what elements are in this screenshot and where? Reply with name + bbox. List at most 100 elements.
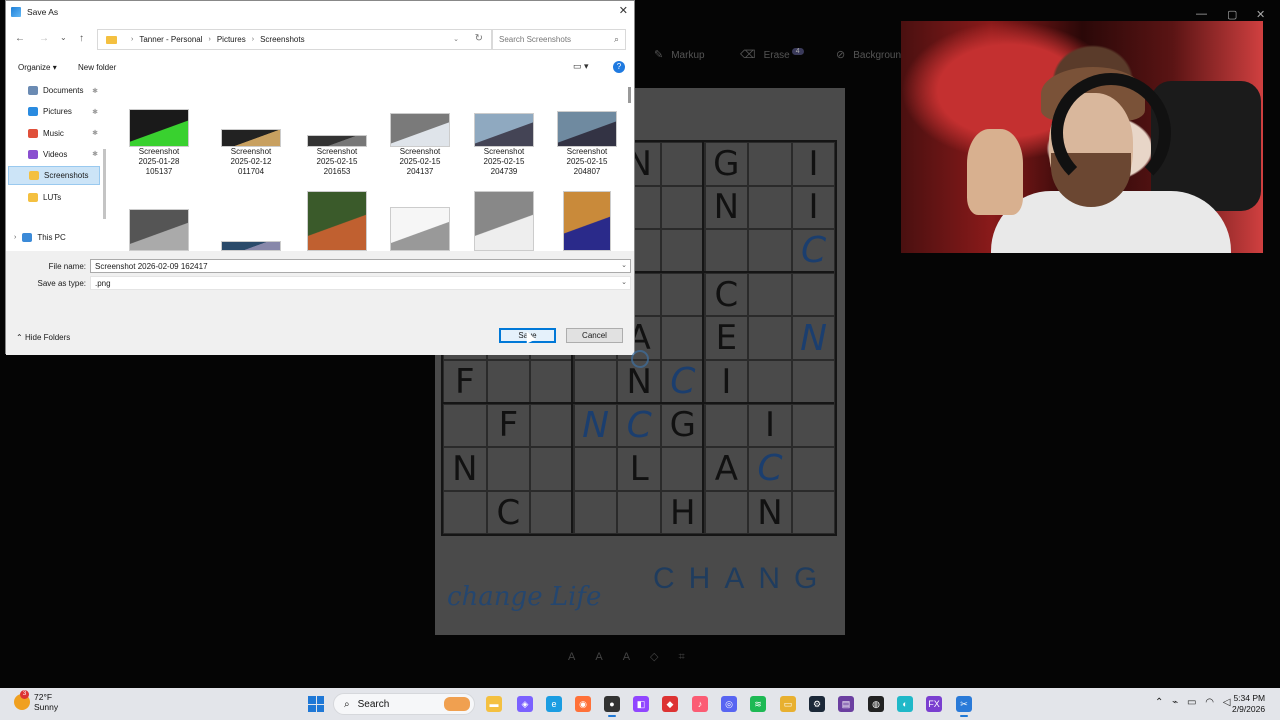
highlighter-icon[interactable]: A [568,651,575,663]
chevron-down-icon[interactable]: ⌄ [621,278,627,286]
sidebar-item-screenshots[interactable]: Screenshots [8,166,100,186]
weather-desc: Sunny [34,702,59,712]
close-icon[interactable]: ✕ [619,4,628,17]
up-icon[interactable]: ↑ [79,33,84,44]
file-item[interactable] [380,189,460,251]
help-icon[interactable]: ? [613,61,625,73]
file-item[interactable] [119,189,199,251]
file-item[interactable]: Screenshot 2025-02-12 011704 [211,109,291,177]
grid-cell [530,447,574,491]
organize-button[interactable]: Organize ▾ [18,63,57,72]
view-options-icon[interactable]: ▭ ▾ [573,61,589,72]
file-thumbnail [307,191,367,251]
file-item[interactable]: Screenshot 2025-02-15 204739 [464,109,544,177]
sun-icon: 3 [14,690,30,710]
network-icon[interactable]: ⌁ [1172,697,1178,708]
grid-cell [748,142,792,186]
crop-icon[interactable]: ⌗ [679,651,685,663]
file-scrollbar[interactable] [628,87,631,103]
cancel-button[interactable]: Cancel [566,328,623,343]
app-teal-icon[interactable]: ◐ [897,696,913,712]
file-item[interactable] [297,189,377,251]
sidebar-item-this-pc[interactable]: › This PC [8,228,100,247]
sidebar-item-pictures[interactable]: Pictures ✱ [8,102,100,121]
address-bar[interactable]: › Tanner - Personal › Pictures › Screens… [97,29,492,50]
snipping-tool-icon[interactable]: ✂ [956,696,972,717]
grid-cell: L [617,447,661,491]
chevron-down-icon[interactable]: ⌄ [621,261,627,269]
recent-locations-icon[interactable]: ⌄ [60,33,67,42]
forward-icon[interactable]: → [39,33,49,44]
clock[interactable]: 5:34 PM 2/9/2026 [1232,693,1265,715]
save-fields: File name: Screenshot 2026-02-09 162417 … [6,251,634,355]
text-icon[interactable]: A [595,651,602,663]
grid-cell [791,272,836,317]
grid-cell: I [791,142,836,186]
sidebar-item-music[interactable]: Music ✱ [8,124,100,143]
back-icon[interactable]: ← [15,33,25,44]
markup-tool[interactable]: ✎ Markup [654,48,705,61]
grid-cell [748,359,792,404]
chevron-right-icon[interactable]: › [14,234,16,241]
file-item[interactable]: Screenshot 2025-02-15 204137 [380,109,460,177]
new-folder-button[interactable]: New folder [78,63,116,72]
maximize-icon[interactable]: ▢ [1227,8,1237,21]
edge-icon[interactable]: e [546,696,562,712]
spotify-icon[interactable]: ≋ [750,696,766,712]
search-input[interactable]: Search Screenshots ⌕ [492,29,626,50]
file-item[interactable]: Screenshot 2025-01-28 105137 [119,109,199,177]
dialog-titlebar: Save As ✕ [6,1,634,22]
file-item[interactable]: Screenshot 2025-02-15 204807 [547,109,626,177]
refresh-icon[interactable]: ↻ [475,33,483,44]
volume-icon[interactable]: ◁ [1223,697,1231,708]
fx-icon[interactable]: FX [926,696,942,712]
steam-icon[interactable]: ⚙ [809,696,825,712]
itunes-icon[interactable]: ♪ [692,696,708,712]
sidebar-item-luts[interactable]: LUTs [8,188,100,207]
firefox-icon[interactable]: ◉ [575,696,591,712]
file-thumbnail [129,209,189,251]
taskbar-search[interactable]: ⌕ Search [333,693,475,715]
twitch-icon[interactable]: ◧ [633,696,649,712]
breadcrumb-item[interactable]: Pictures [217,35,246,44]
erase-badge: 4 [791,48,804,55]
show-hidden-icons[interactable]: ⌃ [1155,697,1163,708]
copilot-icon[interactable]: ◈ [517,696,533,712]
background-tool[interactable]: ⊘ Background [836,48,907,61]
file-item[interactable] [547,189,626,251]
file-thumbnail [307,135,367,147]
obs-icon[interactable]: ● [604,696,620,717]
wifi-icon[interactable]: ◠ [1205,697,1214,708]
minimize-icon[interactable]: — [1196,8,1207,20]
sidebar-item-documents[interactable]: Documents ✱ [8,81,100,100]
close-window-icon[interactable]: ✕ [1256,8,1265,21]
file-name-field[interactable]: Screenshot 2026-02-09 162417 ⌄ [90,259,631,273]
file-explorer-icon[interactable]: ▬ [486,696,502,712]
app-purple-icon[interactable]: ▤ [838,696,854,712]
nav-scrollbar[interactable] [103,149,106,219]
save-type-select[interactable]: .png ⌄ [90,276,631,290]
underline-icon[interactable]: A [623,651,630,663]
folder-app-icon[interactable]: ▭ [780,696,796,712]
file-item[interactable] [211,189,291,251]
breadcrumb-item[interactable]: Tanner - Personal [139,35,202,44]
erase-tool[interactable]: ⌫ Erase 4 [740,48,804,61]
app-red-icon[interactable]: ◆ [662,696,678,712]
eraser-small-icon[interactable]: ◇ [650,651,658,663]
chevron-down-icon[interactable]: ⌄ [453,35,459,43]
file-item[interactable] [464,189,544,251]
sidebar-item-videos[interactable]: Videos ✱ [8,145,100,164]
app-dark-icon[interactable]: ◍ [868,696,884,712]
display-icon[interactable]: ▭ [1187,697,1196,708]
content-area: Documents ✱ Pictures ✱ Music ✱ Videos ✱ Screensh… [6,79,634,251]
command-bar: Organize ▾ New folder ▭ ▾ ? [6,58,634,79]
weather-widget[interactable]: 3 72°F Sunny [14,690,59,712]
discord-icon[interactable]: ◎ [721,696,737,712]
file-name-label: File name: [48,262,86,271]
grid-cell: C [748,447,792,491]
file-item[interactable]: Screenshot 2025-02-15 201653 [297,109,377,177]
breadcrumb-item[interactable]: Screenshots [260,35,304,44]
hide-folders-button[interactable]: ⌃ Hide Folders [16,333,70,342]
start-button[interactable] [308,696,324,712]
bottom-toolbar: A A A ◇ ⌗ [568,650,705,664]
